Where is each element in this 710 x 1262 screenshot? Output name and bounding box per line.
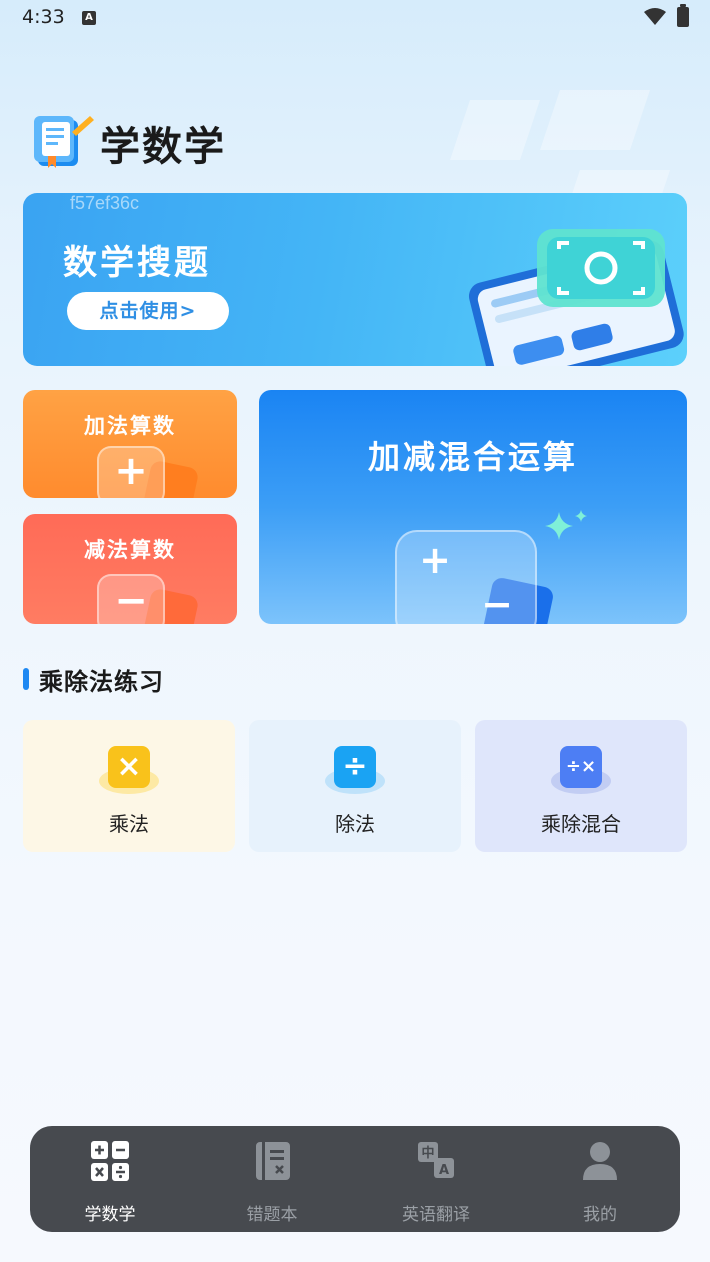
section-title: 乘除法练习 [39,668,164,696]
division-tile[interactable]: ÷ 除法 [249,720,461,852]
battery-icon [677,4,689,27]
division-label: 除法 [335,812,375,836]
multiplication-tile[interactable]: × 乘法 [23,720,235,852]
tab-label: 我的 [583,1205,617,1225]
mixed-multiply-divide-label: 乘除混合 [541,812,621,836]
status-time: 4:33 [22,6,65,28]
divide-symbol: ÷ [342,749,368,784]
wifi-icon [644,8,666,25]
translate-icon: 中 A [418,1142,454,1178]
tab-wrong-questions[interactable]: 错题本 [192,1126,352,1232]
tab-label: 学数学 [84,1205,136,1225]
multiplication-label: 乘法 [109,812,149,836]
tab-learn-math[interactable]: 学数学 [30,1126,190,1232]
plus-icon: + [114,448,148,494]
mixed-minus-icon: − [481,582,513,624]
svg-text:中: 中 [421,1145,434,1161]
multiply-symbol: × [116,749,142,784]
notification-a-icon: A [82,11,96,25]
subtraction-label: 减法算数 [84,538,176,562]
mixed-add-subtract-card[interactable]: 加减混合运算 + − [259,390,687,624]
subtraction-card[interactable]: 减法算数 − [23,514,237,624]
app-title: 学数学 [100,124,226,170]
tab-mine[interactable]: 我的 [520,1126,680,1232]
user-icon [583,1142,617,1180]
tab-label: 错题本 [246,1205,298,1225]
notebook-pencil-icon [34,116,94,168]
tab-english-translation[interactable]: 中 A 英语翻译 [356,1126,516,1232]
banner-code: f57ef36c [70,193,140,213]
multiply-divide-symbol: ÷× [565,756,597,777]
svg-text:A: A [439,1163,449,1178]
notebook-icon [256,1142,290,1180]
addition-card[interactable]: 加法算数 + [23,390,237,498]
tab-label: 英语翻译 [402,1205,470,1225]
sparkle-icon [545,510,587,540]
mixed-plus-icon: + [419,538,451,582]
banner-use-button[interactable]: 点击使用> [67,292,229,330]
mixed-label: 加减混合运算 [367,438,578,476]
minus-icon: − [114,578,148,624]
calculator-icon [91,1141,129,1181]
status-bar: 4:33 A [0,0,710,36]
banner-title: 数学搜题 [63,243,211,283]
search-question-banner[interactable]: f57ef36c 数学搜题 点击使用> [23,193,687,366]
addition-label: 加法算数 [84,414,176,438]
bottom-tab-bar: 学数学 错题本 中 A 英语翻译 我的 [30,1126,680,1232]
mixed-multiply-divide-tile[interactable]: ÷× 乘除混合 [475,720,687,852]
section-accent-bar [23,668,29,690]
phone-scan-icon [468,229,684,366]
